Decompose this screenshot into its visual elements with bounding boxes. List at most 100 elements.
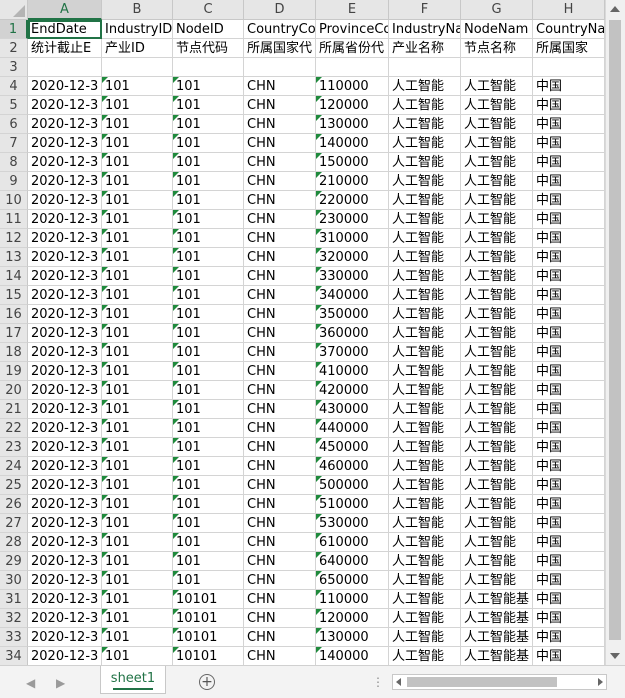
cell-a22[interactable]: 2020-12-3 — [28, 419, 102, 438]
cell-b23[interactable]: 101 — [102, 438, 173, 457]
cell-h19[interactable]: 中国 — [533, 362, 605, 381]
scroll-down-icon[interactable] — [610, 653, 620, 659]
cell-h29[interactable]: 中国 — [533, 552, 605, 571]
cell-a24[interactable]: 2020-12-3 — [28, 457, 102, 476]
cell-h17[interactable]: 中国 — [533, 324, 605, 343]
cell-e4[interactable]: 110000 — [316, 77, 389, 96]
cell-b21[interactable]: 101 — [102, 400, 173, 419]
cell-e10[interactable]: 220000 — [316, 191, 389, 210]
cell-c32[interactable]: 10101 — [173, 609, 244, 628]
cell-e1[interactable]: ProvinceCo — [316, 20, 389, 39]
cell-c17[interactable]: 101 — [173, 324, 244, 343]
cell-c25[interactable]: 101 — [173, 476, 244, 495]
cell-g2[interactable]: 节点名称 — [461, 39, 533, 58]
cell-e24[interactable]: 460000 — [316, 457, 389, 476]
cell-g5[interactable]: 人工智能 — [461, 96, 533, 115]
cell-b26[interactable]: 101 — [102, 495, 173, 514]
cell-b7[interactable]: 101 — [102, 134, 173, 153]
cell-e23[interactable]: 450000 — [316, 438, 389, 457]
row-header-3[interactable]: 3 — [0, 58, 28, 77]
cell-a2[interactable]: 统计截止E — [28, 39, 102, 58]
cell-b8[interactable]: 101 — [102, 153, 173, 172]
cell-d19[interactable]: CHN — [244, 362, 316, 381]
cell-g20[interactable]: 人工智能 — [461, 381, 533, 400]
cell-h18[interactable]: 中国 — [533, 343, 605, 362]
cell-h5[interactable]: 中国 — [533, 96, 605, 115]
cell-f6[interactable]: 人工智能 — [389, 115, 461, 134]
spreadsheet-grid[interactable]: A B C D E F G H 1 EndDate IndustryID NodeID CountryC… — [0, 0, 605, 665]
cell-a21[interactable]: 2020-12-3 — [28, 400, 102, 419]
cell-e17[interactable]: 360000 — [316, 324, 389, 343]
cell-f2[interactable]: 产业名称 — [389, 39, 461, 58]
cell-b2[interactable]: 产业ID — [102, 39, 173, 58]
column-header-c[interactable]: C — [173, 0, 244, 20]
tab-splitter-icon[interactable]: ⋮ — [372, 675, 384, 689]
cell-f22[interactable]: 人工智能 — [389, 419, 461, 438]
cell-g29[interactable]: 人工智能 — [461, 552, 533, 571]
cell-b33[interactable]: 101 — [102, 628, 173, 647]
cell-e29[interactable]: 640000 — [316, 552, 389, 571]
cell-d28[interactable]: CHN — [244, 533, 316, 552]
cell-a8[interactable]: 2020-12-3 — [28, 153, 102, 172]
cell-a16[interactable]: 2020-12-3 — [28, 305, 102, 324]
cell-a7[interactable]: 2020-12-3 — [28, 134, 102, 153]
cell-g18[interactable]: 人工智能 — [461, 343, 533, 362]
cell-g9[interactable]: 人工智能 — [461, 172, 533, 191]
cell-e13[interactable]: 320000 — [316, 248, 389, 267]
cell-f26[interactable]: 人工智能 — [389, 495, 461, 514]
cell-f31[interactable]: 人工智能 — [389, 590, 461, 609]
cell-f11[interactable]: 人工智能 — [389, 210, 461, 229]
cell-h34[interactable]: 中国 — [533, 647, 605, 665]
cell-d22[interactable]: CHN — [244, 419, 316, 438]
cell-a29[interactable]: 2020-12-3 — [28, 552, 102, 571]
cell-e3[interactable] — [316, 58, 389, 77]
cell-d15[interactable]: CHN — [244, 286, 316, 305]
cell-b12[interactable]: 101 — [102, 229, 173, 248]
cell-e5[interactable]: 120000 — [316, 96, 389, 115]
cell-d13[interactable]: CHN — [244, 248, 316, 267]
cell-c20[interactable]: 101 — [173, 381, 244, 400]
cell-b22[interactable]: 101 — [102, 419, 173, 438]
row-header-17[interactable]: 17 — [0, 324, 28, 343]
cell-g26[interactable]: 人工智能 — [461, 495, 533, 514]
cell-c13[interactable]: 101 — [173, 248, 244, 267]
scroll-left-icon[interactable] — [396, 678, 401, 686]
cell-e20[interactable]: 420000 — [316, 381, 389, 400]
cell-d34[interactable]: CHN — [244, 647, 316, 665]
cell-d27[interactable]: CHN — [244, 514, 316, 533]
cell-g3[interactable] — [461, 58, 533, 77]
row-header-11[interactable]: 11 — [0, 210, 28, 229]
cell-d21[interactable]: CHN — [244, 400, 316, 419]
cell-e25[interactable]: 500000 — [316, 476, 389, 495]
cell-c7[interactable]: 101 — [173, 134, 244, 153]
cell-a20[interactable]: 2020-12-3 — [28, 381, 102, 400]
cell-g8[interactable]: 人工智能 — [461, 153, 533, 172]
cell-e14[interactable]: 330000 — [316, 267, 389, 286]
cell-e15[interactable]: 340000 — [316, 286, 389, 305]
cell-e30[interactable]: 650000 — [316, 571, 389, 590]
column-header-b[interactable]: B — [102, 0, 173, 20]
cell-f19[interactable]: 人工智能 — [389, 362, 461, 381]
cell-h3[interactable] — [533, 58, 605, 77]
row-header-20[interactable]: 20 — [0, 381, 28, 400]
row-header-12[interactable]: 12 — [0, 229, 28, 248]
cell-d33[interactable]: CHN — [244, 628, 316, 647]
cell-b3[interactable] — [102, 58, 173, 77]
cell-h28[interactable]: 中国 — [533, 533, 605, 552]
cell-g7[interactable]: 人工智能 — [461, 134, 533, 153]
cell-a12[interactable]: 2020-12-3 — [28, 229, 102, 248]
cell-d26[interactable]: CHN — [244, 495, 316, 514]
cell-c33[interactable]: 10101 — [173, 628, 244, 647]
add-sheet-icon[interactable]: + — [199, 674, 215, 690]
cell-f10[interactable]: 人工智能 — [389, 191, 461, 210]
cell-d3[interactable] — [244, 58, 316, 77]
cell-h31[interactable]: 中国 — [533, 590, 605, 609]
cell-b1[interactable]: IndustryID — [102, 20, 173, 39]
row-header-16[interactable]: 16 — [0, 305, 28, 324]
column-header-h[interactable]: H — [533, 0, 605, 20]
cell-g30[interactable]: 人工智能 — [461, 571, 533, 590]
cell-f23[interactable]: 人工智能 — [389, 438, 461, 457]
cell-a34[interactable]: 2020-12-3 — [28, 647, 102, 665]
cell-c29[interactable]: 101 — [173, 552, 244, 571]
cell-b28[interactable]: 101 — [102, 533, 173, 552]
